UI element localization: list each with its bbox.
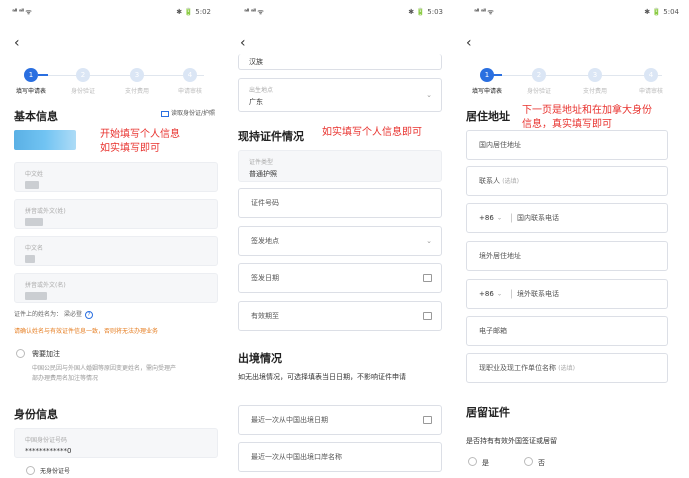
annotation-checkbox-label: 需要加注 xyxy=(32,350,60,358)
country-code: +86 xyxy=(479,290,494,298)
back-icon[interactable]: ‹ xyxy=(14,36,20,50)
last-exit-date-picker[interactable]: 最近一次从中国出境日期 xyxy=(238,405,442,435)
issue-date-picker[interactable]: 签发日期 xyxy=(238,263,442,293)
id-number-field[interactable]: 中国身份证号码 ************0 xyxy=(14,428,218,458)
annotation-note: 如实填写个人信息即可 xyxy=(322,127,422,138)
birthplace-field[interactable]: 出生地点 广东 ⌄ xyxy=(238,78,442,112)
last-exit-port-input[interactable]: 最近一次从中国出境口岸名称 xyxy=(238,442,442,472)
section-title-exit: 出境情况 xyxy=(238,352,282,365)
radio-yes-label: 是 xyxy=(482,459,489,467)
country-code: +86 xyxy=(479,214,494,222)
step-3: 3 支付费用 xyxy=(114,68,160,95)
no-id-checkbox[interactable] xyxy=(26,466,35,475)
status-right: ✱ 🔋 5:02 xyxy=(176,8,211,16)
section-title-address: 居住地址 xyxy=(466,110,510,123)
calendar-icon xyxy=(423,274,432,282)
cert-type-field[interactable]: 证件类型 普通护照 xyxy=(238,150,442,182)
domestic-phone-input[interactable]: +86 ⌄ 国内联系电话 xyxy=(466,203,668,233)
overseas-phone-input[interactable]: +86 ⌄ 境外联系电话 xyxy=(466,279,668,309)
contact-person-input[interactable]: 联系人 (选填) xyxy=(466,166,668,196)
signal-icon: ᵃˡˡ ᵃˡˡ ᯤ xyxy=(474,8,494,16)
overseas-address-input[interactable]: 境外居住地址 xyxy=(466,241,668,271)
help-icon[interactable]: ? xyxy=(84,310,93,319)
no-id-label: 无身份证号 xyxy=(40,468,71,475)
signal-icon: ᵃˡˡ ᵃˡˡ ᯤ xyxy=(12,8,32,16)
calendar-icon xyxy=(423,416,432,424)
email-input[interactable]: 电子邮箱 xyxy=(466,316,668,346)
step-1: 1 填写申请表 xyxy=(464,68,510,95)
issue-place-select[interactable]: 签发地点 ⌄ xyxy=(238,226,442,256)
surname-pinyin-field[interactable]: 拼音或外文(姓) xyxy=(14,199,218,229)
status-right: ✱ 🔋 5:04 xyxy=(644,8,679,16)
status-bar: ᵃˡˡ ᵃˡˡ ᯤ ✱ 🔋 5:03 xyxy=(244,8,443,18)
step-3: 3 支付费用 xyxy=(572,68,618,95)
residence-question: 是否持有有效外国签证或居留 xyxy=(466,437,557,445)
ethnicity-field[interactable]: 汉族 xyxy=(238,54,442,70)
annotation-hint: 中国公民因与外国人婚姻等原因变更姓名，需向受理产 部办理费用名加注等情况 xyxy=(32,365,177,382)
chevron-down-icon: ⌄ xyxy=(497,214,503,222)
cert-number-input[interactable]: 证件号码 xyxy=(238,188,442,218)
step-4: 4 申请审核 xyxy=(167,68,213,95)
screen-document-info: ᵃˡˡ ᵃˡˡ ᯤ ✱ 🔋 5:03 ‹ 汉族 出生地点 广东 ⌄ 现持证件情况 如… xyxy=(232,0,453,478)
calendar-icon xyxy=(423,312,432,320)
status-right: ✱ 🔋 5:03 xyxy=(408,8,443,16)
chevron-down-icon: ⌄ xyxy=(426,91,432,99)
surname-cn-field[interactable]: 中文姓 xyxy=(14,162,218,192)
domestic-address-input[interactable]: 国内居住地址 xyxy=(466,130,668,160)
step-2: 2 身份验证 xyxy=(516,68,562,95)
step-1: 1 填写申请表 xyxy=(8,68,54,95)
scan-id-button[interactable]: 读取身份证/护照 xyxy=(160,108,215,117)
radio-no[interactable] xyxy=(524,457,533,466)
progress-steps: 1 填写申请表 2 身份验证 3 支付费用 4 申请审核 xyxy=(8,68,213,98)
signal-icon: ᵃˡˡ ᵃˡˡ ᯤ xyxy=(244,8,264,16)
radio-yes[interactable] xyxy=(468,457,477,466)
section-title-id: 身份信息 xyxy=(14,408,58,421)
name-on-id: 证件上的姓名为： 梁必登? xyxy=(14,310,93,320)
chevron-down-icon: ⌄ xyxy=(426,237,432,245)
expiry-date-picker[interactable]: 有效期至 xyxy=(238,301,442,331)
screen-basic-info: ᵃˡˡ ᵃˡˡ ᯤ ✱ 🔋 5:02 ‹ 1 填写申请表 2 身份验证 3 支付费用 … xyxy=(0,0,221,478)
status-bar: ᵃˡˡ ᵃˡˡ ᯤ ✱ 🔋 5:04 xyxy=(474,8,679,18)
section-title-basic: 基本信息 xyxy=(14,110,58,123)
screen-address-info: ᵃˡˡ ᵃˡˡ ᯤ ✱ 🔋 5:04 ‹ 1 填写申请表 2 身份验证 3 支付费用 … xyxy=(462,0,689,478)
step-2: 2 身份验证 xyxy=(60,68,106,95)
back-icon[interactable]: ‹ xyxy=(240,36,246,50)
section-title-residence: 居留证件 xyxy=(466,406,510,419)
back-icon[interactable]: ‹ xyxy=(466,36,472,50)
step-4: 4 申请审核 xyxy=(628,68,674,95)
progress-steps: 1 填写申请表 2 身份验证 3 支付费用 4 申请审核 xyxy=(464,68,683,98)
name-warning: 请确认姓名与有效证件信息一致，否则将无法办理业务 xyxy=(14,328,159,335)
annotation-checkbox[interactable] xyxy=(16,349,25,358)
chevron-down-icon: ⌄ xyxy=(497,290,503,298)
given-pinyin-field[interactable]: 拼音或外文(名) xyxy=(14,273,218,303)
occupation-input[interactable]: 现职业及现工作单位名称 (选填) xyxy=(466,353,668,383)
section-title-cert: 现持证件情况 xyxy=(238,130,304,143)
avatar xyxy=(14,130,76,150)
status-bar: ᵃˡˡ ᵃˡˡ ᯤ ✱ 🔋 5:02 xyxy=(12,8,211,18)
given-cn-field[interactable]: 中文名 xyxy=(14,236,218,266)
exit-note: 如无出境情况，可选择填表当日日期，不影响证件申请 xyxy=(238,373,406,381)
id-card-icon xyxy=(160,110,169,117)
annotation-note: 开始填写个人信息 如实填写即可 xyxy=(100,129,180,154)
radio-no-label: 否 xyxy=(538,459,545,467)
annotation-note: 下一页是地址和在加拿大身份 信息，真实填写即可 xyxy=(522,105,652,130)
